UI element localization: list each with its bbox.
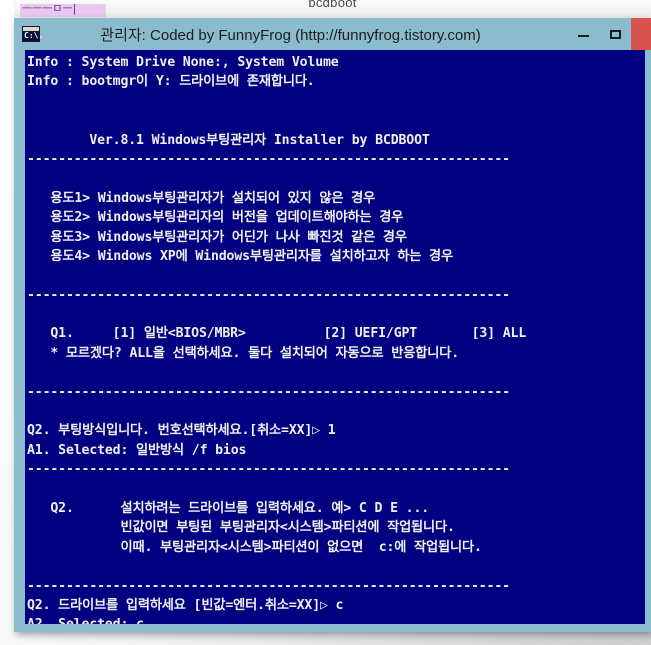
minimize-button[interactable] — [567, 18, 599, 50]
console-icon[interactable]: C:\. — [22, 26, 44, 42]
console-line: Ver.8.1 Windows부팅관리자 Installer by BCDBOO… — [27, 132, 430, 148]
console-line: Info : bootmgr이 Y: 드라이브에 존재합니다. — [27, 74, 315, 90]
console-line: Q2. 설치하려는 드라이브를 입력하세요. 예> C D E ... — [27, 500, 430, 516]
console-separator: ----------------------------------------… — [27, 384, 510, 400]
console-line: A1. Selected: 일반방식 /f bios — [27, 442, 247, 458]
console-window: C:\. 관리자: Coded by FunnyFrog (http://fun… — [14, 18, 651, 632]
console-line: Q2. 드라이브를 입력하세요 [빈값=엔터.취소=XX]▷ c — [27, 597, 344, 613]
console-separator: ----------------------------------------… — [27, 578, 510, 594]
console-line: Q1. [1] 일반<BIOS/MBR> [2] UEFI/GPT [3] AL… — [27, 326, 527, 342]
console-icon-glyph: C:\. — [24, 31, 44, 40]
console-line: Q2. 부팅방식입니다. 번호선택하세요.[취소=XX]▷ 1 — [27, 423, 336, 439]
window-title: 관리자: Coded by FunnyFrog (http://funnyfro… — [100, 26, 481, 44]
maximize-icon — [609, 29, 621, 39]
console-line: * 모르겠다? ALL을 선택하세요. 둘다 설치되어 자동으로 반응합니다. — [27, 345, 459, 361]
console-left-border — [14, 50, 25, 624]
console-output[interactable]: Info : System Drive None:, System Volume… — [25, 50, 645, 624]
background-window-tab-strip: bcdboot ㅡㅡㅡㅁㅡ| — [14, 0, 651, 19]
console-line: 용도2> Windows부팅관리자의 버전을 업데이트해야하는 경우 — [27, 210, 404, 226]
close-button[interactable] — [631, 18, 651, 50]
minimize-icon — [577, 34, 589, 37]
console-line: 용도3> Windows부팅관리자가 어딘가 나사 빠진것 같은 경우 — [27, 229, 407, 245]
console-line: 이때. 부팅관리자<시스템>파티션이 없으면 c:에 작업됩니다. — [27, 539, 482, 555]
background-window-tab-title: bcdboot — [308, 0, 357, 10]
console-line: 용도4> Windows XP에 Windows부팅관리자를 설치하고자 하는 … — [27, 248, 454, 264]
console-bottom-border — [14, 624, 651, 632]
console-separator: ----------------------------------------… — [27, 287, 510, 303]
console-line: 용도1> Windows부팅관리자가 설치되어 있지 않은 경우 — [27, 190, 376, 206]
console-line: Info : System Drive None:, System Volume — [27, 55, 339, 70]
maximize-button[interactable] — [599, 18, 631, 50]
console-line: A2. Selected: c — [25, 615, 645, 624]
window-controls — [567, 18, 651, 50]
console-separator: ----------------------------------------… — [27, 151, 510, 167]
console-line: 빈값이면 부팅된 부팅관리자<시스템>파티션에 작업됩니다. — [27, 520, 455, 536]
background-window-selected-chip[interactable]: ㅡㅡㅡㅁㅡ| — [20, 2, 106, 17]
console-separator: ----------------------------------------… — [27, 462, 510, 478]
title-bar[interactable]: C:\. 관리자: Coded by FunnyFrog (http://fun… — [14, 18, 651, 50]
background-window-selected-chip-label: ㅡㅡㅡㅁㅡ| — [22, 2, 77, 15]
